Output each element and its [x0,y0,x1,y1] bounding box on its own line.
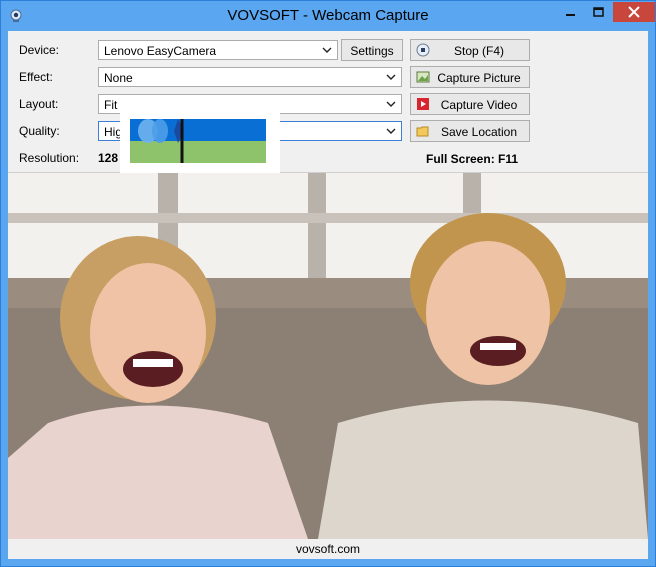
save-location-button[interactable]: Save Location [410,120,530,142]
layout-label: Layout: [19,97,59,111]
stop-button[interactable]: Stop (F4) [410,39,530,61]
close-icon [628,6,640,18]
resolution-label: Resolution: [19,151,80,165]
capture-picture-button[interactable]: Capture Picture [410,66,530,88]
stop-icon [416,43,430,57]
title-bar[interactable]: VOVSOFT - Webcam Capture [1,1,655,31]
device-value: Lenovo EasyCamera [104,44,217,58]
folder-icon [416,126,429,137]
overlay-logo [120,105,280,175]
capture-video-button[interactable]: Capture Video [410,93,530,115]
client-area: Device: Lenovo EasyCamera Settings Effec… [8,31,648,559]
minimize-icon [566,14,575,16]
app-window: VOVSOFT - Webcam Capture Device: Lenovo … [0,0,656,567]
controls-panel: Device: Lenovo EasyCamera Settings Effec… [8,31,648,173]
maximize-button[interactable] [585,2,613,23]
chevron-down-icon [322,47,332,53]
effect-value: None [104,71,133,85]
minimize-button[interactable] [557,2,585,23]
close-button[interactable] [613,2,655,22]
effect-label: Effect: [19,70,53,84]
picture-icon [416,71,430,83]
chevron-down-icon [386,74,396,80]
device-select[interactable]: Lenovo EasyCamera [98,40,338,60]
camera-preview [8,173,648,539]
footer[interactable]: vovsoft.com [8,539,648,559]
chevron-down-icon [386,128,396,134]
layout-value: Fit [104,98,118,112]
logo-mark-icon [138,119,184,163]
video-icon [417,98,429,110]
maximize-icon [593,7,604,17]
quality-label: Quality: [19,124,60,138]
device-label: Device: [19,43,60,57]
settings-button[interactable]: Settings [341,39,403,61]
effect-select[interactable]: None [98,67,402,87]
camera-frame-image [8,173,648,539]
chevron-down-icon [386,101,396,107]
resolution-value: 128 [98,151,119,165]
full-screen-hint: Full Screen: F11 [426,152,519,166]
